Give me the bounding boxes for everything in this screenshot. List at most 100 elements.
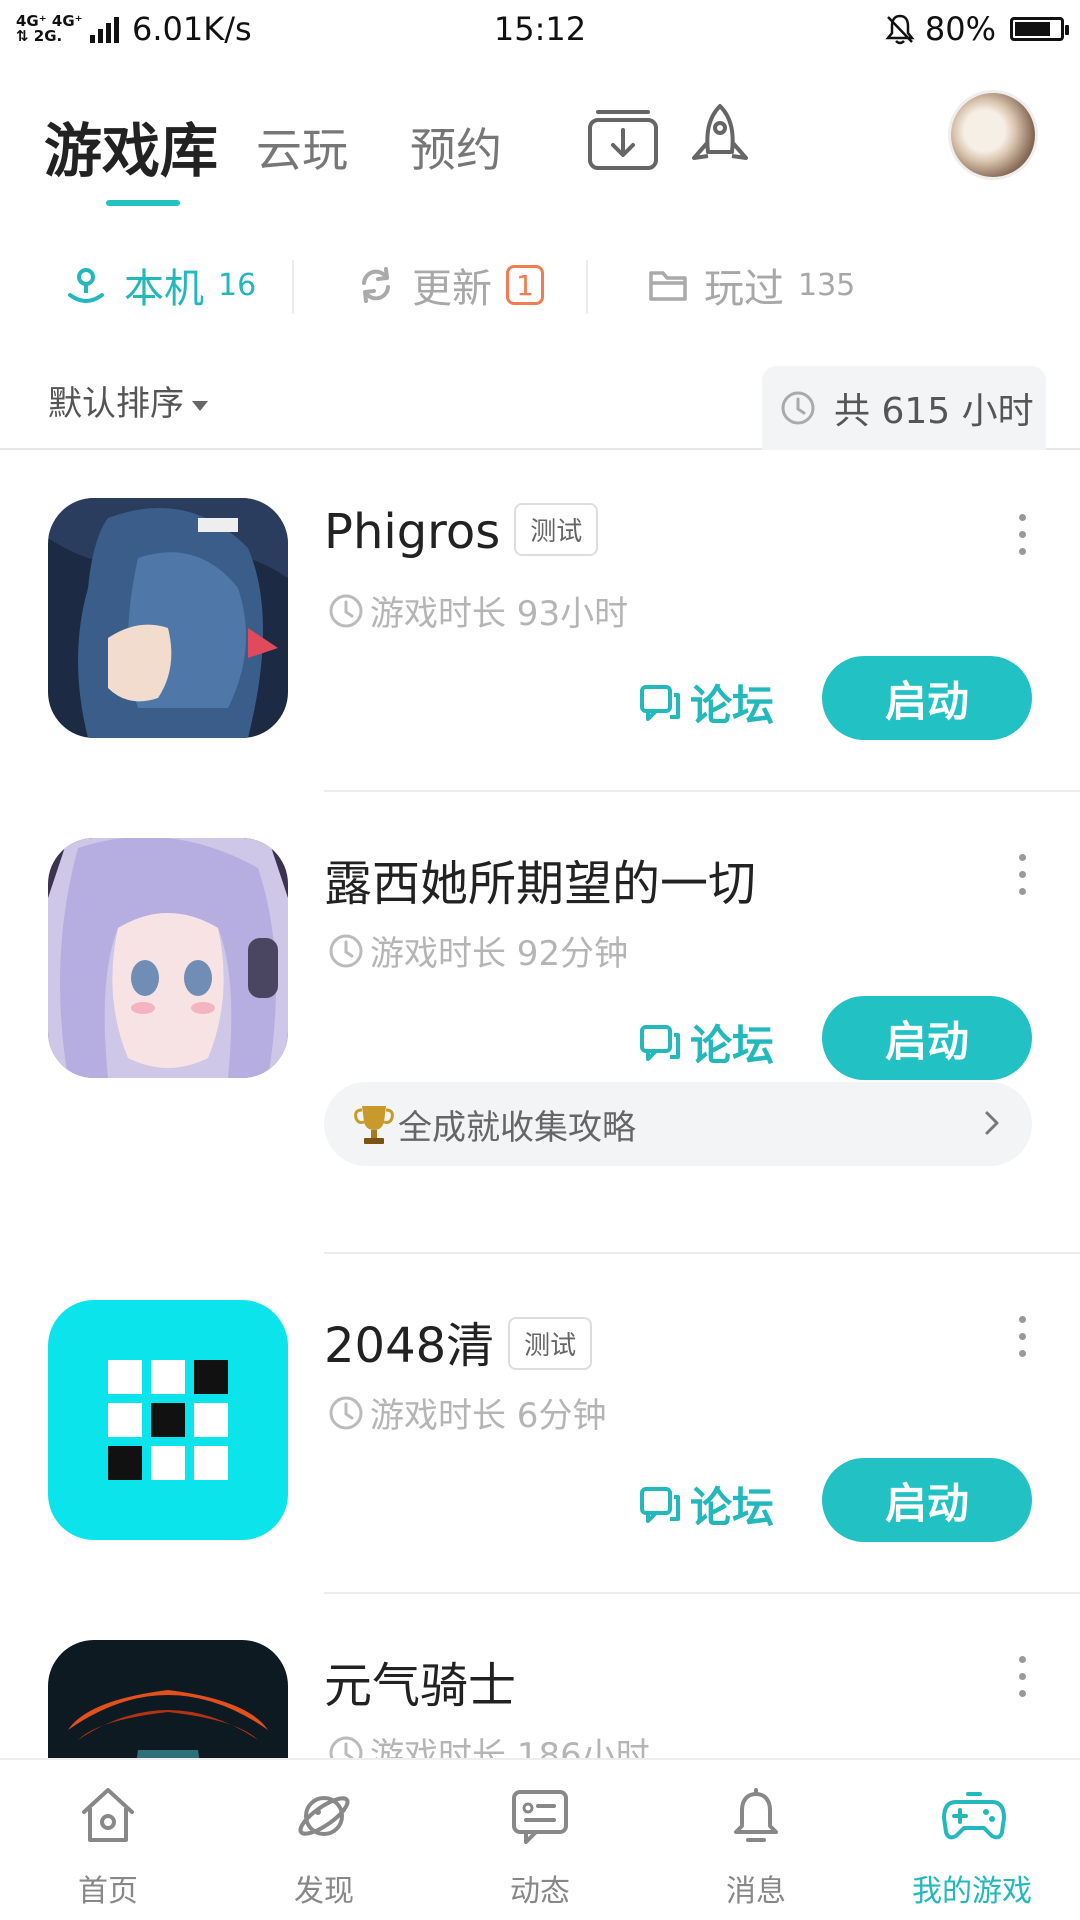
filter-played[interactable]: 玩过 135 bbox=[648, 250, 855, 320]
bell-icon bbox=[734, 1788, 778, 1842]
device-icon bbox=[68, 268, 104, 303]
game-icon-2048[interactable] bbox=[48, 1300, 288, 1540]
game-list: Phigros 测试 游戏时长 93小时 论坛 启动 露西她所期望的一切 游戏时… bbox=[0, 452, 1080, 1758]
chat-bubble-icon bbox=[640, 1486, 680, 1523]
tab-reservations[interactable]: 预约 bbox=[410, 114, 502, 180]
forum-button[interactable]: 论坛 bbox=[638, 672, 774, 733]
bell-muted-icon bbox=[885, 14, 915, 45]
guide-label: 全成就收集攻略 bbox=[398, 1107, 636, 1148]
refresh-icon bbox=[362, 267, 390, 303]
filter-local-count: 16 bbox=[218, 267, 257, 303]
game-icon-lucy[interactable] bbox=[48, 838, 288, 1078]
clock-icon bbox=[329, 1396, 363, 1429]
filter-tabs: 本机 16 更新 1 玩过 135 bbox=[0, 250, 1080, 320]
download-box-icon[interactable] bbox=[584, 100, 664, 180]
game-title[interactable]: 露西她所期望的一切 bbox=[324, 844, 756, 914]
gamepad-icon bbox=[942, 1792, 1006, 1840]
game-artwork bbox=[48, 1300, 288, 1540]
battery-fill bbox=[1015, 22, 1050, 36]
update-count-badge: 1 bbox=[506, 265, 544, 305]
nav-label: 发现 bbox=[294, 1874, 354, 1909]
status-right: 80% bbox=[885, 10, 1069, 48]
nav-feed[interactable]: 动态 bbox=[432, 1760, 648, 1920]
more-options-icon[interactable] bbox=[1010, 514, 1034, 574]
top-header: 游戏库 云玩 预约 bbox=[0, 90, 1080, 210]
nav-messages[interactable]: 消息 bbox=[648, 1760, 864, 1920]
game-item: 2048清 测试 游戏时长 6分钟 论坛 启动 bbox=[0, 1254, 1080, 1594]
avatar[interactable] bbox=[948, 90, 1038, 180]
game-title[interactable]: 2048清 测试 bbox=[324, 1306, 593, 1376]
game-item: 元气骑士 游戏时长 186小时 bbox=[0, 1594, 1080, 1758]
clock-icon bbox=[329, 594, 363, 627]
battery-percent: 80% bbox=[924, 10, 996, 48]
forum-button[interactable]: 论坛 bbox=[638, 1474, 774, 1535]
filter-played-label: 玩过 bbox=[704, 266, 784, 312]
planet-icon bbox=[298, 1796, 350, 1836]
filter-local-label: 本机 bbox=[124, 266, 204, 312]
trophy-icon bbox=[354, 1106, 394, 1144]
playtime-text: 游戏时长 6分钟 bbox=[370, 1396, 607, 1436]
game-item: Phigros 测试 游戏时长 93小时 论坛 启动 bbox=[0, 452, 1080, 792]
status-bar: 4G⁺ 4G⁺ ⇅ 2G. 6.01K/s 15:12 80% bbox=[0, 0, 1080, 60]
game-playtime: 游戏时长 6分钟 bbox=[328, 1388, 606, 1437]
battery-icon bbox=[1010, 17, 1069, 41]
playtime-text: 游戏时长 92分钟 bbox=[370, 934, 629, 974]
message-card-icon bbox=[512, 1790, 568, 1844]
playtime-text: 游戏时长 186小时 bbox=[370, 1736, 650, 1758]
game-icon-phigros[interactable] bbox=[48, 498, 288, 738]
sort-label: 默认排序 bbox=[48, 384, 184, 424]
game-artwork bbox=[48, 1640, 288, 1758]
chat-bubble-icon bbox=[640, 684, 680, 721]
game-playtime: 游戏时长 92分钟 bbox=[328, 926, 628, 975]
clock-icon bbox=[781, 391, 815, 425]
forum-button[interactable]: 论坛 bbox=[638, 1012, 774, 1073]
divider bbox=[586, 260, 588, 314]
folder-icon bbox=[649, 271, 687, 301]
nav-my-games[interactable]: 我的游戏 bbox=[864, 1760, 1080, 1920]
game-playtime: 游戏时长 93小时 bbox=[328, 586, 628, 635]
achievement-guide-link[interactable]: 全成就收集攻略 bbox=[324, 1082, 1032, 1166]
launch-button[interactable]: 启动 bbox=[822, 996, 1032, 1080]
filter-played-count: 135 bbox=[798, 267, 856, 303]
nav-home[interactable]: 首页 bbox=[0, 1760, 216, 1920]
filter-local[interactable]: 本机 16 bbox=[64, 250, 256, 320]
sort-dropdown[interactable]: 默认排序 bbox=[48, 376, 208, 425]
home-icon bbox=[82, 1788, 134, 1842]
test-tag: 测试 bbox=[508, 1316, 593, 1370]
nav-discover[interactable]: 发现 bbox=[216, 1760, 432, 1920]
nav-label: 我的游戏 bbox=[912, 1874, 1032, 1909]
nav-label: 首页 bbox=[78, 1874, 138, 1909]
filter-updates-label: 更新 bbox=[412, 266, 492, 312]
more-options-icon[interactable] bbox=[1010, 1316, 1034, 1376]
forum-label: 论坛 bbox=[690, 1483, 775, 1532]
forum-label: 论坛 bbox=[690, 681, 775, 730]
nav-label: 动态 bbox=[510, 1874, 570, 1909]
tab-cloud-play[interactable]: 云玩 bbox=[256, 114, 348, 180]
launch-button[interactable]: 启动 bbox=[822, 656, 1032, 740]
game-title[interactable]: Phigros 测试 bbox=[324, 502, 599, 562]
test-tag: 测试 bbox=[514, 502, 599, 556]
game-title-text: 2048清 bbox=[324, 1318, 495, 1374]
rocket-icon[interactable] bbox=[680, 100, 760, 180]
game-icon-soul-knight[interactable] bbox=[48, 1640, 288, 1758]
divider bbox=[292, 260, 294, 314]
clock-icon bbox=[329, 934, 363, 967]
more-options-icon[interactable] bbox=[1010, 1656, 1034, 1716]
total-playtime: 共 615 小时 bbox=[762, 366, 1046, 450]
nav-label: 消息 bbox=[726, 1874, 786, 1909]
game-artwork bbox=[48, 498, 288, 738]
launch-button[interactable]: 启动 bbox=[822, 1458, 1032, 1542]
total-playtime-text: 共 615 小时 bbox=[834, 391, 1034, 432]
game-title[interactable]: 元气骑士 bbox=[324, 1646, 516, 1716]
filter-updates[interactable]: 更新 1 bbox=[356, 250, 544, 320]
tab-game-library[interactable]: 游戏库 bbox=[44, 104, 218, 188]
game-playtime: 游戏时长 186小时 bbox=[328, 1728, 650, 1758]
forum-label: 论坛 bbox=[690, 1021, 775, 1070]
clock-icon bbox=[329, 1736, 363, 1758]
chat-bubble-icon bbox=[640, 1024, 680, 1061]
active-tab-indicator bbox=[106, 200, 180, 206]
more-options-icon[interactable] bbox=[1010, 854, 1034, 914]
game-title-text: Phigros bbox=[324, 504, 501, 560]
bottom-nav: 首页 发现 动态 消息 我的游戏 bbox=[0, 1758, 1080, 1920]
playtime-text: 游戏时长 93小时 bbox=[370, 594, 629, 634]
